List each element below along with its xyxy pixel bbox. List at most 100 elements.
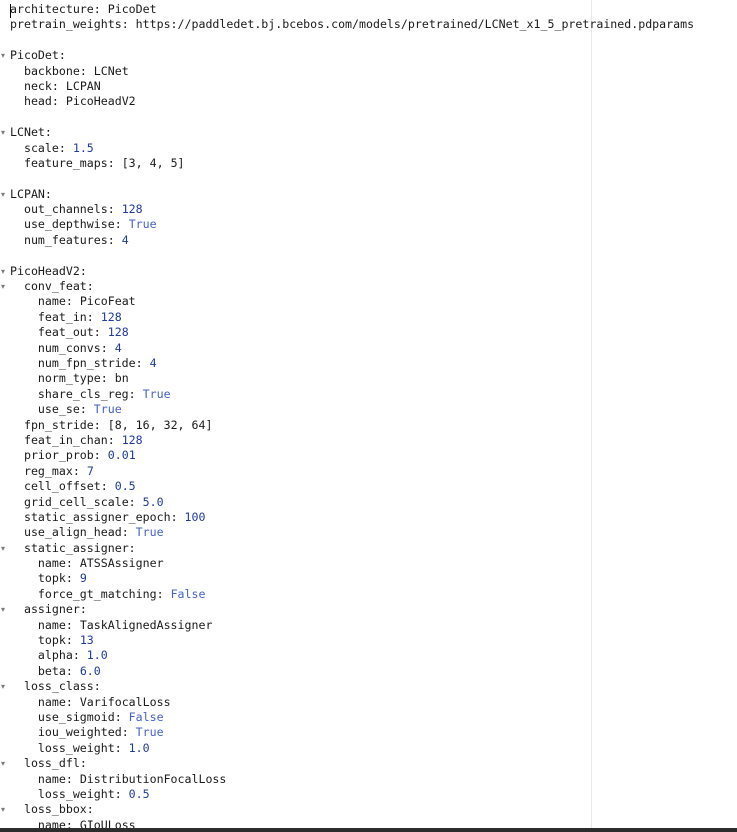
code-line[interactable]: ▾ loss_bbox: (0, 802, 737, 817)
yaml-key: name (37, 771, 66, 786)
code-line[interactable] (0, 171, 737, 186)
code-line[interactable]: name: TaskAlignedAssigner (0, 618, 737, 633)
yaml-value: https://paddledet.bj.bcebos.com/models/p… (135, 17, 695, 32)
code-line[interactable]: feat_out: 128 (0, 325, 737, 340)
code-area[interactable]: architecture: PicoDet pretrain_weights: h… (0, 2, 737, 828)
code-text: feature_maps: [3, 4, 5] (23, 155, 185, 170)
code-line[interactable]: loss_weight: 1.0 (0, 741, 737, 756)
code-line[interactable]: num_fpn_stride: 4 (0, 356, 737, 371)
code-line[interactable]: ▾ static_assigner: (0, 541, 737, 556)
code-line[interactable]: ▾ PicoHeadV2: (0, 264, 737, 279)
code-line[interactable]: head: PicoHeadV2 (0, 94, 737, 109)
yaml-editor[interactable]: architecture: PicoDet pretrain_weights: h… (0, 0, 737, 828)
yaml-key: loss_weight (37, 740, 115, 755)
code-line[interactable]: loss_weight: 0.5 (0, 787, 737, 802)
fold-arrow-icon[interactable]: ▾ (1, 125, 9, 140)
code-line[interactable]: reg_max: 7 (0, 464, 737, 479)
code-line[interactable]: feature_maps: [3, 4, 5] (0, 156, 737, 171)
code-line[interactable]: ▾ loss_class: (0, 679, 737, 694)
code-line[interactable]: backbone: LCNet (0, 64, 737, 79)
yaml-key: feat_out (37, 325, 94, 340)
code-line[interactable]: prior_prob: 0.01 (0, 448, 737, 463)
code-line[interactable]: topk: 13 (0, 633, 737, 648)
code-line[interactable]: ▾ PicoDet: (0, 48, 737, 63)
code-line[interactable]: pretrain_weights: https://paddledet.bj.b… (0, 17, 737, 32)
code-line[interactable]: scale: 1.5 (0, 141, 737, 156)
yaml-key: loss_class (23, 679, 94, 694)
code-line[interactable]: norm_type: bn (0, 371, 737, 386)
yaml-key: use_depthwise (23, 217, 115, 232)
yaml-key: beta (37, 663, 66, 678)
code-line[interactable]: neck: LCPAN (0, 79, 737, 94)
code-line[interactable]: name: VarifocalLoss (0, 695, 737, 710)
code-line[interactable] (0, 33, 737, 48)
fold-arrow-icon[interactable]: ▾ (1, 679, 9, 694)
yaml-key: scale (23, 140, 59, 155)
yaml-value: LCPAN (65, 78, 101, 93)
code-text: name: TaskAlignedAssigner (37, 617, 213, 632)
code-line[interactable]: num_features: 4 (0, 233, 737, 248)
code-line[interactable] (0, 248, 737, 263)
code-text: LCNet: (10, 125, 52, 140)
code-line[interactable]: ▾ conv_feat: (0, 279, 737, 294)
yaml-key: cell_offset (23, 479, 101, 494)
code-line[interactable]: alpha: 1.0 (0, 648, 737, 663)
code-text: pretrain_weights: https://paddledet.bj.b… (10, 17, 695, 32)
code-line[interactable]: use_sigmoid: False (0, 710, 737, 725)
code-line[interactable]: num_convs: 4 (0, 341, 737, 356)
code-line[interactable]: ▾ loss_dfl: (0, 756, 737, 771)
code-line[interactable]: ▾ LCNet: (0, 125, 737, 140)
fold-arrow-icon[interactable]: ▾ (1, 541, 9, 556)
code-line[interactable]: cell_offset: 0.5 (0, 479, 737, 494)
code-line[interactable]: out_channels: 128 (0, 202, 737, 217)
code-text: num_features: 4 (23, 232, 129, 247)
code-line[interactable]: architecture: PicoDet (0, 2, 737, 17)
code-line[interactable]: name: PicoFeat (0, 294, 737, 309)
yaml-key: grid_cell_scale (23, 494, 129, 509)
code-line[interactable]: static_assigner_epoch: 100 (0, 510, 737, 525)
yaml-key: num_features (23, 232, 108, 247)
code-line[interactable]: name: GIoULoss (0, 818, 737, 828)
code-text: name: VarifocalLoss (37, 694, 171, 709)
code-line[interactable]: use_se: True (0, 402, 737, 417)
code-line[interactable]: topk: 9 (0, 571, 737, 586)
fold-arrow-icon[interactable]: ▾ (1, 264, 9, 279)
yaml-value: 0.01 (107, 448, 136, 463)
code-line[interactable]: name: ATSSAssigner (0, 556, 737, 571)
code-line[interactable]: feat_in: 128 (0, 310, 737, 325)
fold-arrow-icon[interactable]: ▾ (1, 187, 9, 202)
code-line[interactable]: force_gt_matching: False (0, 587, 737, 602)
yaml-key: name (37, 617, 66, 632)
fold-arrow-icon[interactable]: ▾ (1, 802, 9, 817)
code-text: feat_in: 128 (37, 309, 122, 324)
yaml-value: 1.0 (128, 740, 150, 755)
yaml-value: True (93, 402, 122, 417)
code-line[interactable]: fpn_stride: [8, 16, 32, 64] (0, 418, 737, 433)
yaml-key: conv_feat (23, 279, 87, 294)
fold-arrow-icon[interactable]: ▾ (1, 48, 9, 63)
code-line[interactable]: share_cls_reg: True (0, 387, 737, 402)
code-line[interactable] (0, 110, 737, 125)
code-line[interactable]: grid_cell_scale: 5.0 (0, 495, 737, 510)
code-line[interactable]: name: DistributionFocalLoss (0, 772, 737, 787)
fold-arrow-icon[interactable]: ▾ (1, 279, 9, 294)
yaml-value: 7 (86, 463, 94, 478)
code-line[interactable]: beta: 6.0 (0, 664, 737, 679)
yaml-key: PicoDet (10, 48, 59, 63)
code-text: iou_weighted: True (37, 725, 164, 740)
code-line[interactable]: feat_in_chan: 128 (0, 433, 737, 448)
code-line[interactable]: iou_weighted: True (0, 725, 737, 740)
code-text: loss_dfl: (23, 756, 87, 771)
yaml-value: PicoDet (107, 2, 157, 16)
code-line[interactable]: use_align_head: True (0, 525, 737, 540)
code-text: head: PicoHeadV2 (23, 94, 136, 109)
code-line[interactable]: use_depthwise: True (0, 217, 737, 232)
yaml-key: name (37, 294, 66, 309)
fold-arrow-icon[interactable]: ▾ (1, 602, 9, 617)
fold-arrow-icon[interactable]: ▾ (1, 756, 9, 771)
code-text: cell_offset: 0.5 (23, 479, 136, 494)
code-line[interactable]: ▾ assigner: (0, 602, 737, 617)
code-line[interactable]: ▾ LCPAN: (0, 187, 737, 202)
code-text: PicoHeadV2: (10, 263, 87, 278)
yaml-value: 6.0 (79, 663, 101, 678)
